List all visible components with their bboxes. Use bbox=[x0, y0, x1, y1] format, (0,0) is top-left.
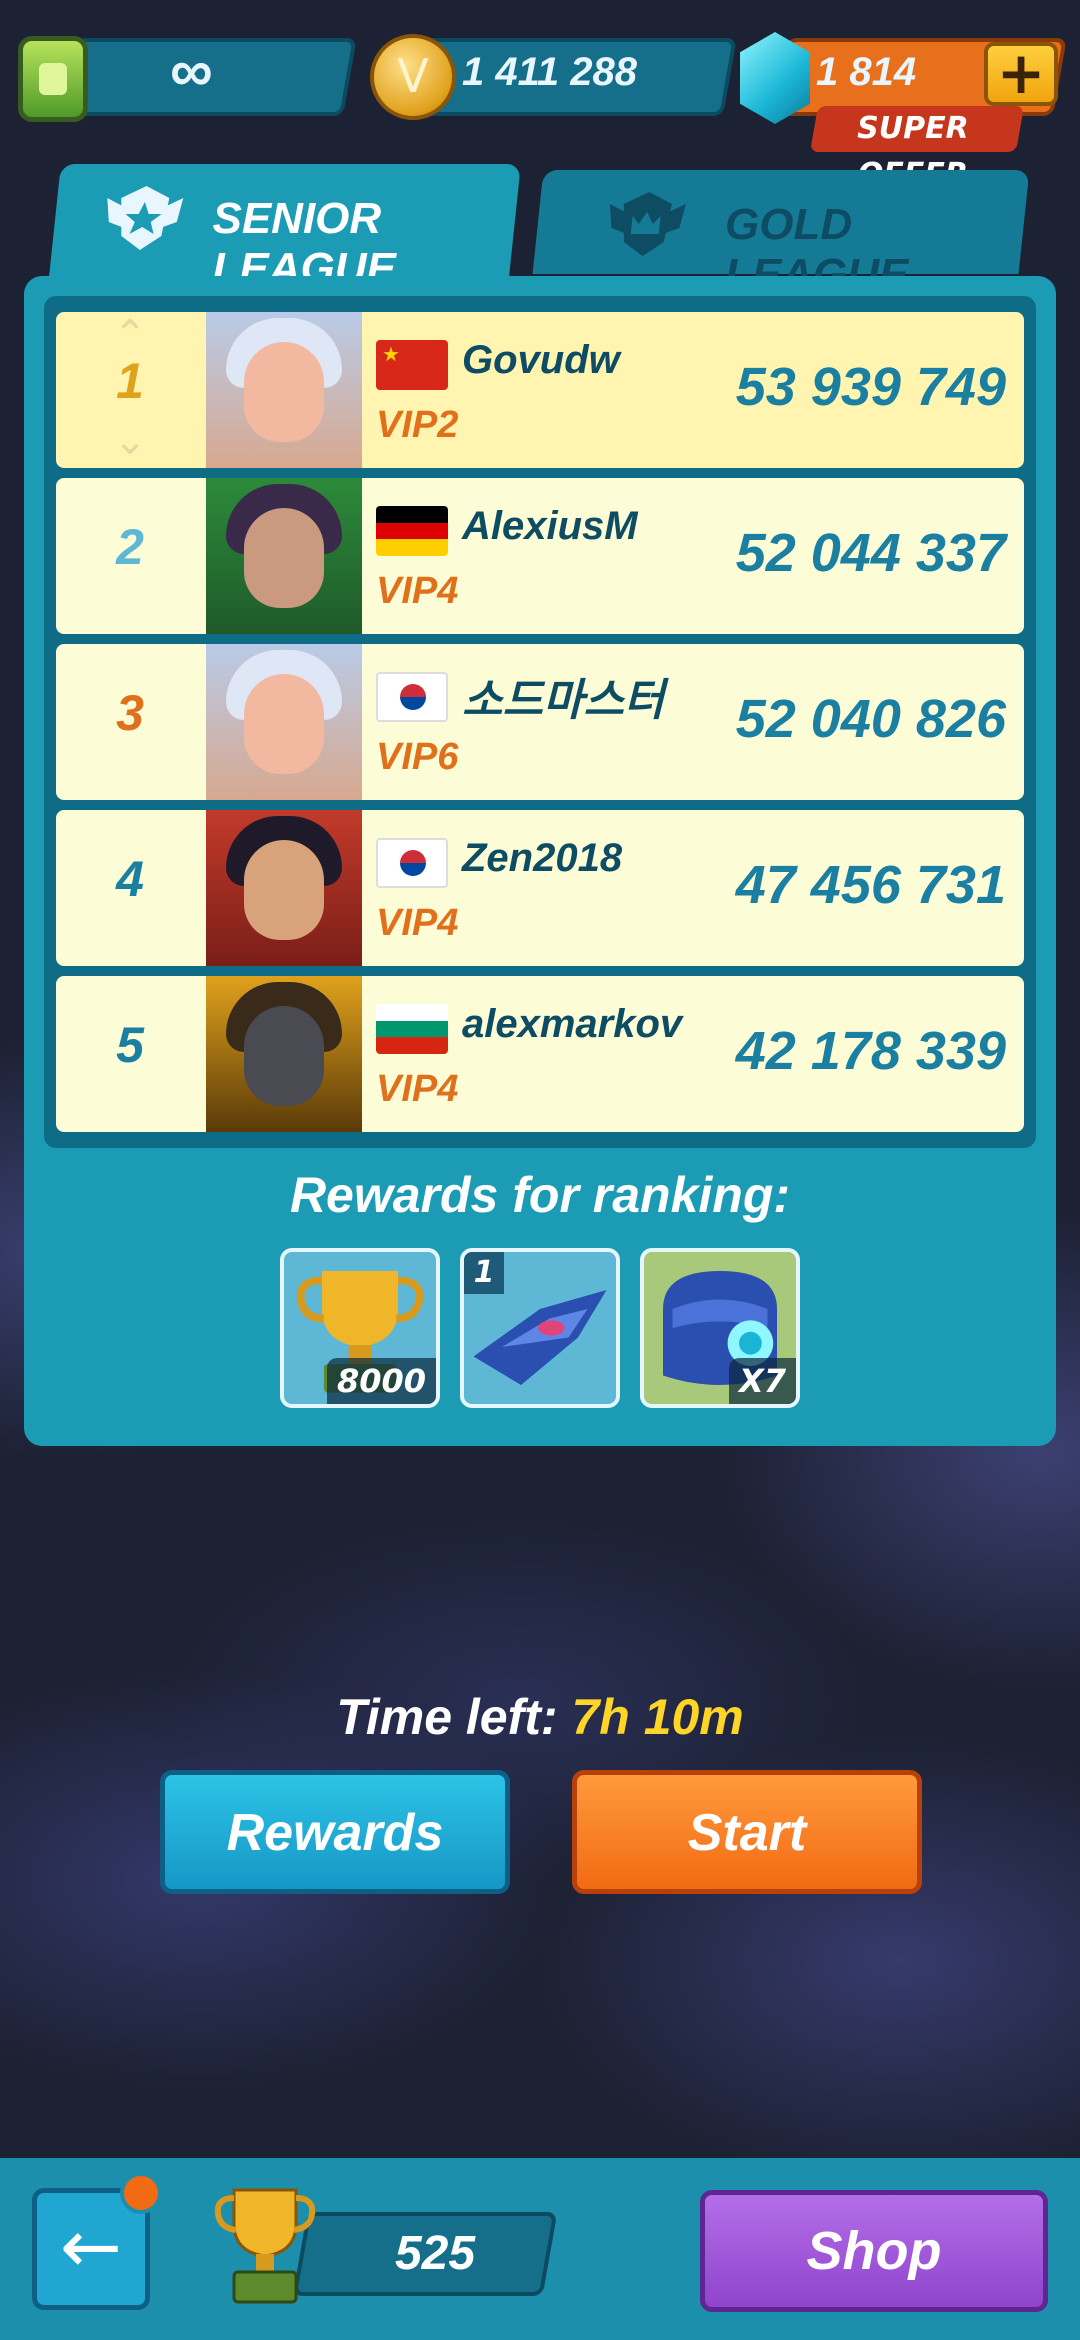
tab-senior-league[interactable]: SENIOR LEAGUE bbox=[49, 164, 521, 293]
rank-down-arrow-icon: ⌄ bbox=[113, 418, 147, 464]
reward-trophy[interactable]: 8000 bbox=[280, 1248, 440, 1408]
back-arrow-icon: ← bbox=[59, 2204, 122, 2290]
vip-level: VIP4 bbox=[376, 902, 459, 944]
tab-gold-league[interactable]: GOLD LEAGUE bbox=[532, 170, 1030, 299]
south-korea-flag bbox=[376, 838, 448, 888]
coins-value: 1 411 288 bbox=[462, 50, 637, 94]
start-button[interactable]: Start bbox=[572, 1770, 922, 1894]
coin-icon: V bbox=[370, 34, 456, 120]
avatar[interactable] bbox=[206, 976, 362, 1132]
energy-value: ∞ bbox=[170, 37, 213, 104]
rank-number: 5 bbox=[116, 1017, 144, 1073]
vip-level: VIP4 bbox=[376, 570, 459, 612]
rewards-button[interactable]: Rewards bbox=[160, 1770, 510, 1894]
rank-number: 3 bbox=[116, 685, 144, 741]
reward-count: 8000 bbox=[326, 1358, 436, 1404]
avatar[interactable] bbox=[206, 644, 362, 800]
player-score: 52 040 826 bbox=[735, 689, 1006, 749]
gems-value: 1 814 bbox=[816, 50, 917, 94]
time-left: Time left: 7h 10m bbox=[0, 1688, 1080, 1746]
bulgaria-flag bbox=[376, 1004, 448, 1054]
player-name: Govudw bbox=[462, 338, 620, 382]
trophy-icon bbox=[214, 2188, 316, 2304]
time-left-label: Time left: bbox=[336, 1689, 558, 1745]
currency-bar: ∞ V 1 411 288 1 814 + SUPER OFFER bbox=[0, 28, 1080, 192]
player-score: 42 178 339 bbox=[735, 1021, 1006, 1081]
leaderboard-list[interactable]: ⌃ 1 ⌄ ★ Govudw VIP2 53 939 749 2 Alexius… bbox=[44, 296, 1036, 1148]
south-korea-flag bbox=[376, 672, 448, 722]
avatar[interactable] bbox=[206, 478, 362, 634]
rank-number: 2 bbox=[116, 519, 144, 575]
time-left-value: 7h 10m bbox=[571, 1689, 744, 1745]
bottom-bar: ← 525 Shop bbox=[0, 2158, 1080, 2340]
winged-star-badge-icon bbox=[107, 186, 184, 250]
add-gems-button[interactable]: + bbox=[984, 42, 1058, 106]
rewards-title: Rewards for ranking: bbox=[289, 1167, 791, 1223]
leaderboard-row[interactable]: ⌃ 1 ⌄ ★ Govudw VIP2 53 939 749 bbox=[56, 312, 1024, 468]
reward-count: X7 bbox=[729, 1358, 796, 1404]
player-score: 47 456 731 bbox=[735, 855, 1006, 915]
energy-battery-icon bbox=[18, 36, 88, 122]
player-name: 소드마스터 bbox=[462, 675, 665, 726]
rank-number: 4 bbox=[116, 851, 144, 907]
winged-crown-badge-icon bbox=[609, 192, 686, 256]
player-name: alexmarkov bbox=[462, 1002, 683, 1046]
reward-tag: 1 bbox=[464, 1252, 504, 1294]
reward-helmet-chest[interactable]: X7 bbox=[640, 1248, 800, 1408]
china-flag: ★ bbox=[376, 340, 448, 390]
player-score: 53 939 749 bbox=[735, 357, 1006, 417]
player-name: Zen2018 bbox=[462, 836, 623, 880]
trophy-count: 525 bbox=[394, 2227, 476, 2280]
avatar[interactable] bbox=[206, 810, 362, 966]
rank-number: 1 bbox=[116, 353, 144, 409]
germany-flag bbox=[376, 506, 448, 556]
leaderboard-row[interactable]: 2 AlexiusM VIP4 52 044 337 bbox=[56, 478, 1024, 634]
leaderboard-row[interactable]: 3 소드마스터 VIP6 52 040 826 bbox=[56, 644, 1024, 800]
avatar[interactable] bbox=[206, 312, 362, 468]
notification-dot bbox=[120, 2172, 162, 2214]
leaderboard-panel: ⌃ 1 ⌄ ★ Govudw VIP2 53 939 749 2 Alexius… bbox=[24, 276, 1056, 1446]
rank-up-arrow-icon: ⌃ bbox=[113, 312, 147, 358]
leaderboard-row[interactable]: 4 Zen2018 VIP4 47 456 731 bbox=[56, 810, 1024, 966]
shop-button[interactable]: Shop bbox=[700, 2190, 1048, 2312]
super-offer-badge[interactable]: SUPER OFFER bbox=[809, 106, 1025, 192]
vip-level: VIP4 bbox=[376, 1068, 459, 1110]
vip-level: VIP6 bbox=[376, 736, 459, 778]
player-name: AlexiusM bbox=[462, 504, 638, 548]
reward-spaceship[interactable]: 1 bbox=[460, 1248, 620, 1408]
leaderboard-row[interactable]: 5 alexmarkov VIP4 42 178 339 bbox=[56, 976, 1024, 1132]
player-score: 52 044 337 bbox=[735, 523, 1006, 583]
vip-level: VIP2 bbox=[376, 404, 459, 446]
